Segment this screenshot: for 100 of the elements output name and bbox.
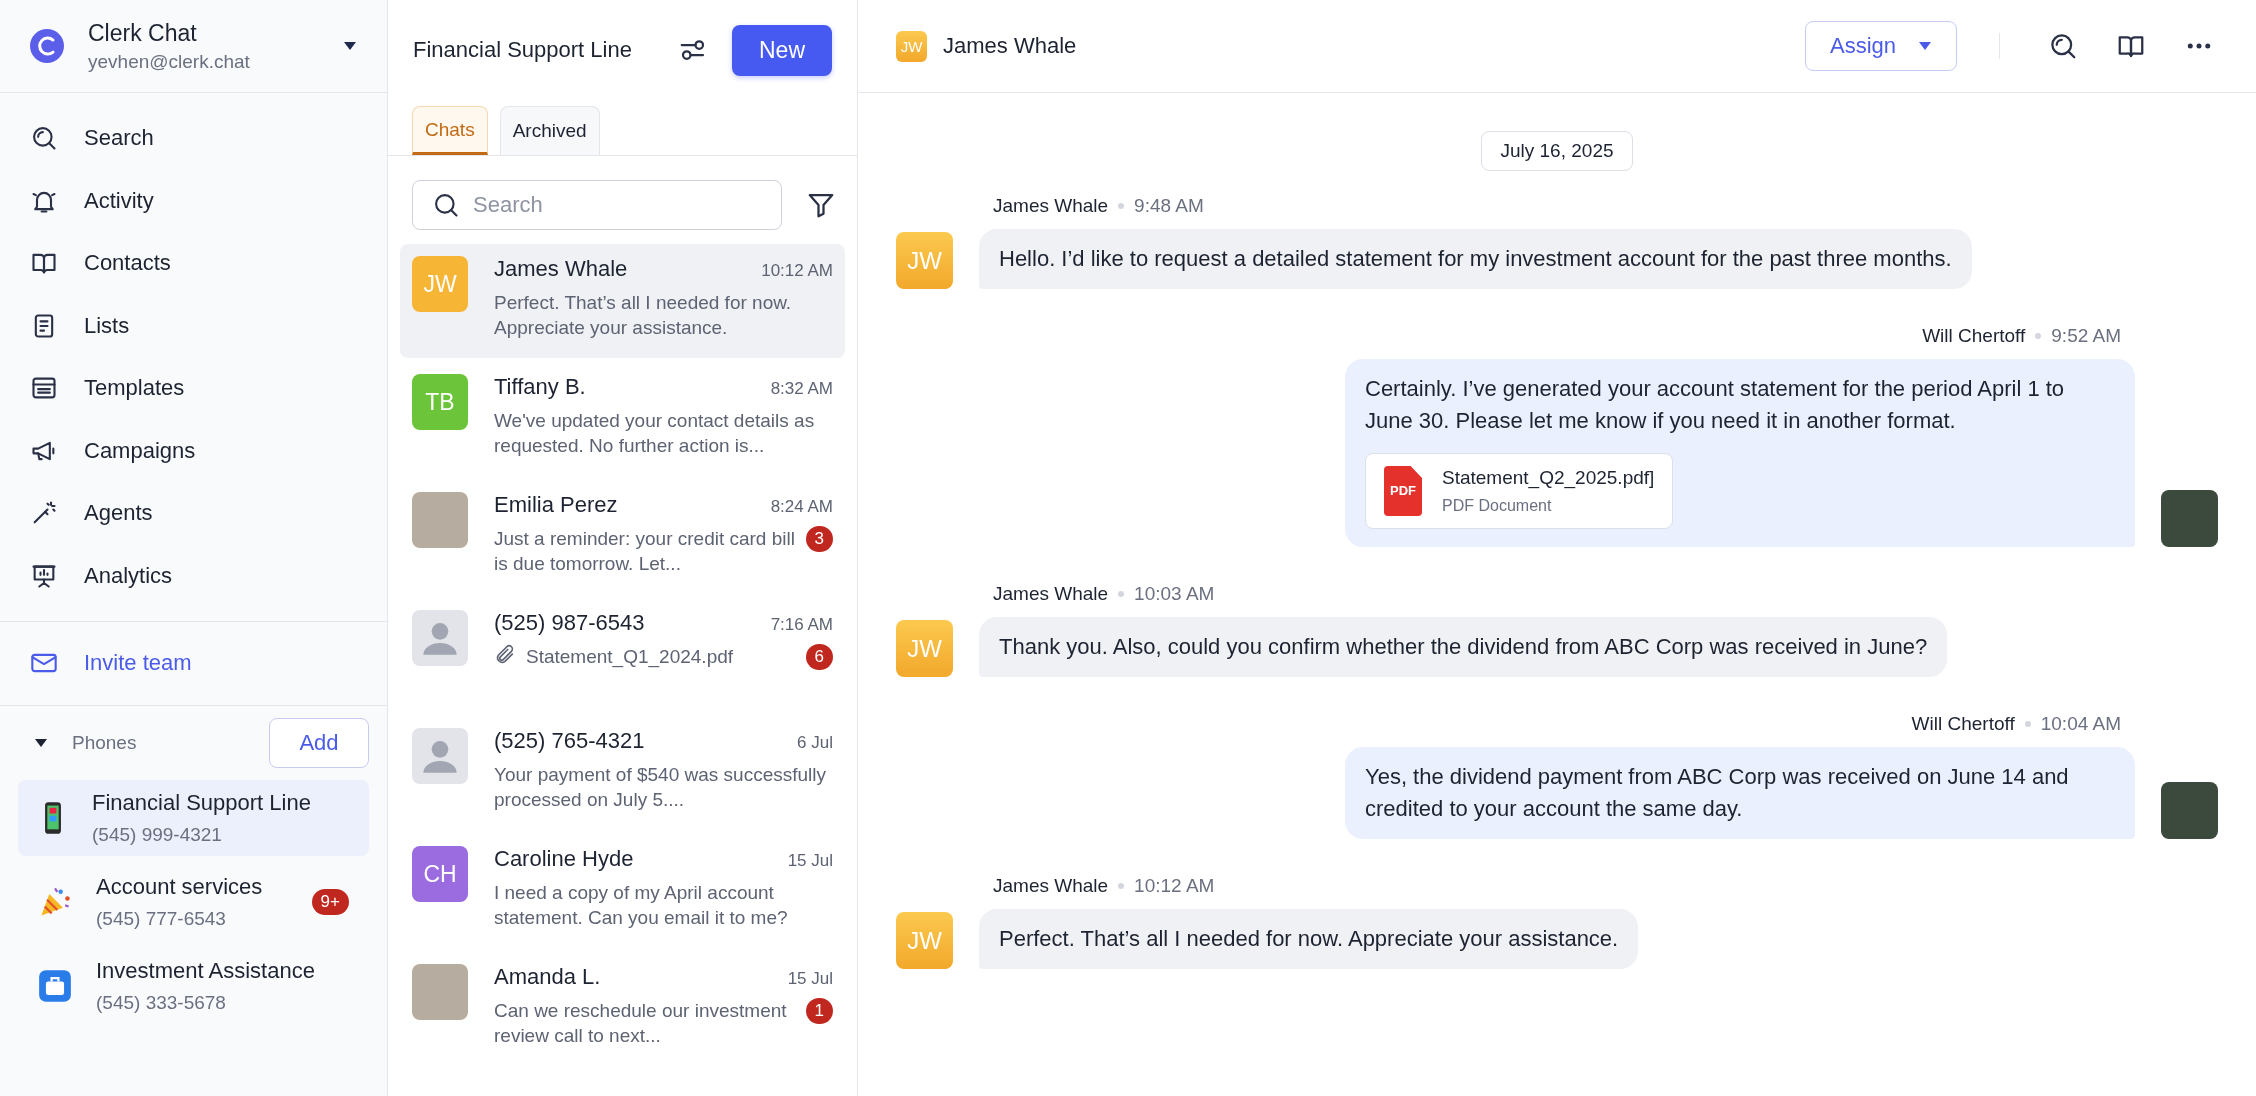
message-time: 8:32 AM <box>770 379 833 399</box>
chat-list-item[interactable]: (525) 987-6543 7:16 AM Statement_Q1_2024.pdf 6 <box>400 598 845 712</box>
message-preview: Can we reschedule our investment review call to next... <box>494 999 788 1048</box>
message-text: Thank you. Also, could you confirm whether the dividend from ABC Corp was received in June? <box>999 633 1928 661</box>
nav-item[interactable]: Analytics <box>0 544 387 607</box>
search-icon <box>432 191 460 219</box>
file-attachment[interactable]: PDF Statement_Q2_2025.pdf] PDF Document <box>1365 453 1674 529</box>
tab[interactable]: Archived <box>499 106 600 155</box>
sender-name: Will Chertoff <box>1911 713 2015 735</box>
message-time: 7:16 AM <box>770 615 833 635</box>
contact-avatar: TB <box>412 374 468 430</box>
file-type: PDF Document <box>1442 496 1553 516</box>
message-time: 15 Jul <box>787 851 833 871</box>
unread-badge: 6 <box>805 644 833 670</box>
phone-line-item[interactable]: Financial Support Line (545) 999-4321 <box>18 779 369 856</box>
contact-avatar: JW <box>412 256 468 312</box>
message-text: Hello. I’d like to request a detailed statement for my investment account for the past three months. <box>999 245 1952 273</box>
tab[interactable]: Chats <box>412 106 488 155</box>
nav-item[interactable]: Campaigns <box>0 419 387 482</box>
section-label: Phones <box>72 731 138 754</box>
file-name: Statement_Q2_2025.pdf] <box>1442 466 1655 490</box>
photo-placeholder <box>412 492 468 548</box>
message-time: 9:48 AM <box>1134 195 1204 217</box>
phone-line-item[interactable]: Account services (545) 777-6543 9+ <box>18 863 369 940</box>
sender-avatar: JW <box>896 912 953 969</box>
sender-name: James Whale <box>993 195 1109 217</box>
contact-name: James Whale <box>943 33 1078 59</box>
sender-avatar: JW <box>896 232 953 289</box>
luggage-icon <box>38 968 72 1003</box>
contact-name: (525) 987-6543 <box>494 610 645 636</box>
message-time: 15 Jul <box>787 969 833 989</box>
phone-number: (545) 333-5678 <box>96 991 227 1014</box>
account-email: yevhen@clerk.chat <box>88 50 251 73</box>
sender-name: Will Chertoff <box>1922 325 2026 347</box>
message-time: 9:52 AM <box>2051 325 2121 347</box>
message-time: 10:03 AM <box>1134 583 1215 605</box>
invite-team-link[interactable]: Invite team <box>0 632 387 695</box>
person-placeholder-icon <box>412 728 468 784</box>
unread-badge: 1 <box>805 998 833 1024</box>
chat-list-item[interactable]: TB Tiffany B. 8:32 AM We've updated your contact details as requested. No further action is... <box>400 362 845 476</box>
phone-number: (545) 777-6543 <box>96 907 227 930</box>
unread-badge: 3 <box>805 526 833 552</box>
contact-avatar: JW <box>896 30 927 62</box>
contact-name: Amanda L. <box>494 964 601 990</box>
contact-name: (525) 765-4321 <box>494 728 645 754</box>
message-text: Certainly. I’ve generated your account statement for the period April 1 to June 30. Please let me know if you need it in another format. <box>1365 375 2066 435</box>
inbox-title: Financial Support Line <box>413 37 633 63</box>
nav-item[interactable]: Activity <box>0 169 387 232</box>
unread-badge: 9+ <box>311 888 349 915</box>
nav-item[interactable]: Contacts <box>0 232 387 295</box>
message-time: 6 Jul <box>797 733 833 753</box>
message-preview: Your payment of $540 was successfully processed on July 5.... <box>494 763 827 812</box>
assign-dropdown[interactable]: Assign <box>1805 21 1957 71</box>
message-text: Yes, the dividend payment from ABC Corp was received on June 14 and credited to your account the same day. <box>1365 763 2070 823</box>
search-field[interactable]: Search <box>412 180 782 230</box>
nav-item[interactable]: Lists <box>0 294 387 357</box>
chat-list-item[interactable]: JW James Whale 10:12 AM Perfect. That’s all I needed for now. Appreciate your assistance. <box>400 244 845 358</box>
message-time: 10:12 AM <box>761 261 833 281</box>
message-preview: We've updated your contact details as requested. No further action is... <box>494 409 816 458</box>
caret-icon <box>1918 41 1932 51</box>
photo-placeholder <box>412 964 468 1020</box>
sender-name: James Whale <box>993 875 1109 897</box>
search-icon <box>30 124 58 153</box>
contact-avatar: CH <box>412 846 468 902</box>
nav-item[interactable]: Agents <box>0 482 387 545</box>
add-button[interactable]: Add <box>269 717 369 768</box>
line-name: Account services <box>96 873 264 900</box>
chat-list-item[interactable]: Amanda L. 15 Jul Can we reschedule our investment review call to next... 1 <box>400 952 845 1066</box>
sender-name: James Whale <box>993 583 1109 605</box>
phone-line-item[interactable]: Investment Assistance (545) 333-5678 <box>18 947 369 1024</box>
message-text: Perfect. That’s all I needed for now. Appreciate your assistance. <box>999 925 1619 953</box>
chat-list-item[interactable]: CH Caroline Hyde 15 Jul I need a copy of my April account statement. Can you email it to me? <box>400 834 845 948</box>
pdf-file-icon: PDF <box>1384 466 1422 516</box>
contact-name: James Whale <box>494 256 628 282</box>
collapse-caret-icon <box>34 737 48 748</box>
photo-placeholder <box>2161 490 2218 547</box>
message-preview: I need a copy of my April account statement. Can you email it to me? <box>494 881 789 930</box>
message-time: 8:24 AM <box>770 497 833 517</box>
caret-icon <box>343 41 357 51</box>
contact-name: Caroline Hyde <box>494 846 634 872</box>
contact-name: Emilia Perez <box>494 492 618 518</box>
line-name: Financial Support Line <box>92 789 312 816</box>
photo-placeholder <box>2161 782 2218 839</box>
message-preview: Statement_Q1_2024.pdf <box>526 645 735 669</box>
person-placeholder-icon <box>412 610 468 666</box>
chat-list-item[interactable]: Emilia Perez 8:24 AM Just a reminder: your credit card bill is due tomorrow. Let... 3 <box>400 480 845 594</box>
nav-item[interactable]: Search <box>0 107 387 170</box>
chat-list-item[interactable]: (525) 765-4321 6 Jul Your payment of $540 was successfully processed on July 5.... <box>400 716 845 830</box>
phone-number: (545) 999-4321 <box>92 823 223 846</box>
contact-name: Tiffany B. <box>494 374 586 400</box>
new-button[interactable]: New <box>732 24 832 76</box>
message-time: 10:12 AM <box>1134 875 1215 897</box>
nav-item[interactable]: Templates <box>0 357 387 420</box>
message-time: 10:04 AM <box>2040 713 2121 735</box>
app-logo <box>30 29 64 63</box>
message-preview: Just a reminder: your credit card bill is due tomorrow. Let... <box>494 527 796 576</box>
workspace-name: Clerk Chat <box>88 19 198 47</box>
message-preview: Perfect. That’s all I needed for now. Appreciate your assistance. <box>494 291 793 340</box>
line-name: Investment Assistance <box>96 957 316 984</box>
sender-avatar: JW <box>896 620 953 677</box>
